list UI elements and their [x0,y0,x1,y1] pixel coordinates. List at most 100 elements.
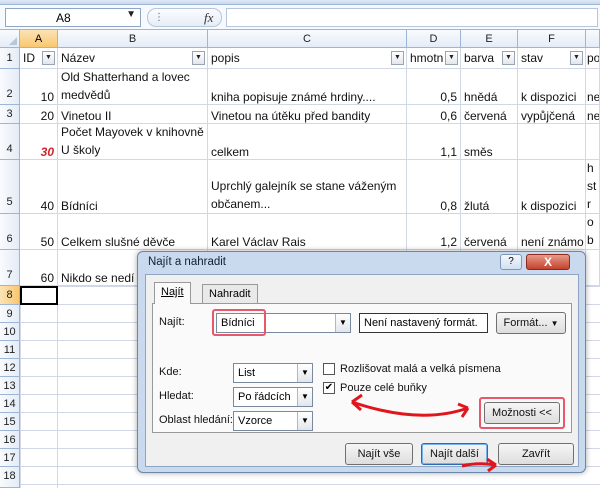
cell-stav[interactable]: vypůjčená [518,105,586,124]
row-header[interactable]: 17 [0,449,20,467]
cell-id[interactable]: 20 [20,105,58,124]
cell-poznamka[interactable] [586,124,600,160]
cell-id[interactable]: 10 [20,69,58,105]
header-cell-popis[interactable]: popis ▼ [208,48,407,69]
tab-find[interactable]: Najít [154,282,191,304]
row-header[interactable]: 1 [0,48,20,69]
row-header[interactable]: 8 [0,286,20,305]
search-order-select[interactable]: Po řádcích ▼ [233,387,313,407]
row-header[interactable]: 15 [0,413,20,431]
cell-hmotnost[interactable]: 0,8 [407,160,461,214]
select-all-corner[interactable] [0,30,20,48]
filter-dropdown-icon[interactable]: ▼ [445,51,458,65]
find-all-button[interactable]: Najít vše [345,443,413,465]
find-next-button[interactable]: Najít další [421,443,488,465]
help-icon[interactable]: ? [500,254,522,270]
column-header-g[interactable] [586,30,600,48]
header-cell-id[interactable]: ID ▼ [20,48,58,69]
row-header[interactable]: 11 [0,341,20,359]
cell-id[interactable]: 50 [20,214,58,250]
cell-nazev[interactable]: Celkem slušné děvče [58,214,208,250]
active-cell-a8[interactable] [20,286,58,305]
name-box[interactable]: A8 ▼ [5,8,141,27]
row-header[interactable]: 5 [0,160,20,214]
cell-stav[interactable] [518,124,586,160]
filter-dropdown-icon[interactable]: ▼ [192,51,205,65]
cell-poznamka[interactable]: ne [586,69,600,105]
header-cell-barva[interactable]: barva ▼ [461,48,518,69]
header-cell-poznamka[interactable]: po [586,48,600,69]
row-header[interactable]: 9 [0,305,20,323]
lookin-select[interactable]: Vzorce ▼ [233,411,313,431]
column-header-c[interactable]: C [208,30,407,48]
tab-replace[interactable]: Nahradit [202,284,258,303]
format-button[interactable]: Formát... ▼ [496,312,566,334]
column-header-d[interactable]: D [407,30,461,48]
cell-hmotnost[interactable]: 0,5 [407,69,461,105]
cell-barva[interactable]: červená [461,105,518,124]
within-select[interactable]: List ▼ [233,363,313,383]
entire-cell-checkbox[interactable]: ✔ [323,382,335,394]
cell-hmotnost[interactable]: 1,2 [407,214,461,250]
chevron-down-icon[interactable]: ▼ [297,412,312,430]
cell-stav[interactable]: není známo [518,214,586,250]
filter-dropdown-icon[interactable]: ▼ [42,51,55,65]
cell-barva[interactable]: hnědá [461,69,518,105]
format-preview: Není nastavený formát. [359,313,488,333]
cell-nazev[interactable]: Old Shatterhand a lovec medvědů [58,69,208,105]
header-cell-stav[interactable]: stav ▼ [518,48,586,69]
close-icon[interactable]: X [526,254,570,270]
cell-hmotnost[interactable]: 1,1 [407,124,461,160]
column-header-b[interactable]: B [58,30,208,48]
cell-barva[interactable]: žlutá [461,160,518,214]
row-header[interactable]: 10 [0,323,20,341]
match-case-checkbox[interactable] [323,363,335,375]
cell-nazev[interactable]: Vinetou II [58,105,208,124]
close-button[interactable]: Zavřít [498,443,574,465]
cell-stav[interactable]: k dispozici [518,69,586,105]
cell-popis[interactable]: Vinetou na útěku před bandity [208,105,407,124]
cell-popis[interactable]: celkem [208,124,407,160]
cell-id[interactable]: 40 [20,160,58,214]
cell-barva[interactable]: směs [461,124,518,160]
cell-nazev[interactable]: Počet Mayovek v knihovně U školy [58,124,208,160]
row-header[interactable]: 14 [0,395,20,413]
cell-hmotnost[interactable]: 0,6 [407,105,461,124]
column-header-e[interactable]: E [461,30,518,48]
cell-stav[interactable]: k dispozici [518,160,586,214]
row-header[interactable]: 18 [0,467,20,488]
cell-id[interactable]: 60 [20,250,58,286]
chevron-down-icon[interactable]: ▼ [335,314,350,332]
insert-function-icon[interactable]: fx [204,10,213,26]
row-header[interactable]: 13 [0,377,20,395]
cell-id[interactable]: 30 [20,124,58,160]
cell-popis[interactable]: Uprchlý galejník se stane váženým občane… [208,160,407,214]
cell-popis[interactable]: kniha popisuje známé hrdiny.... [208,69,407,105]
column-header-a[interactable]: A [20,30,58,48]
chevron-down-icon[interactable]: ▼ [297,388,312,406]
resize-grip-icon[interactable]: ⋮ [154,12,164,23]
cell-poznamka[interactable]: ne [586,105,600,124]
cell-poznamka[interactable]: po Ch str [586,160,600,214]
row-header[interactable]: 12 [0,359,20,377]
row-header[interactable]: 16 [0,431,20,449]
column-header-f[interactable]: F [518,30,586,48]
filter-dropdown-icon[interactable]: ▼ [570,51,583,65]
cell-poznamka[interactable]: dil ob [586,214,600,250]
cell-barva[interactable]: červená [461,214,518,250]
row-header[interactable]: 3 [0,105,20,124]
row-header[interactable]: 7 [0,250,20,286]
cell-nazev[interactable]: Bídníci [58,160,208,214]
header-cell-nazev[interactable]: Název ▼ [58,48,208,69]
header-cell-hmotnost[interactable]: hmotn ▼ [407,48,461,69]
chevron-down-icon[interactable]: ▼ [126,9,136,20]
cell-poznamka[interactable] [586,250,600,286]
row-header[interactable]: 6 [0,214,20,250]
formula-input[interactable] [226,8,598,27]
row-header[interactable]: 2 [0,69,20,105]
filter-dropdown-icon[interactable]: ▼ [502,51,515,65]
row-header[interactable]: 4 [0,124,20,160]
filter-dropdown-icon[interactable]: ▼ [391,51,404,65]
cell-popis[interactable]: Karel Václav Rais [208,214,407,250]
chevron-down-icon[interactable]: ▼ [297,364,312,382]
